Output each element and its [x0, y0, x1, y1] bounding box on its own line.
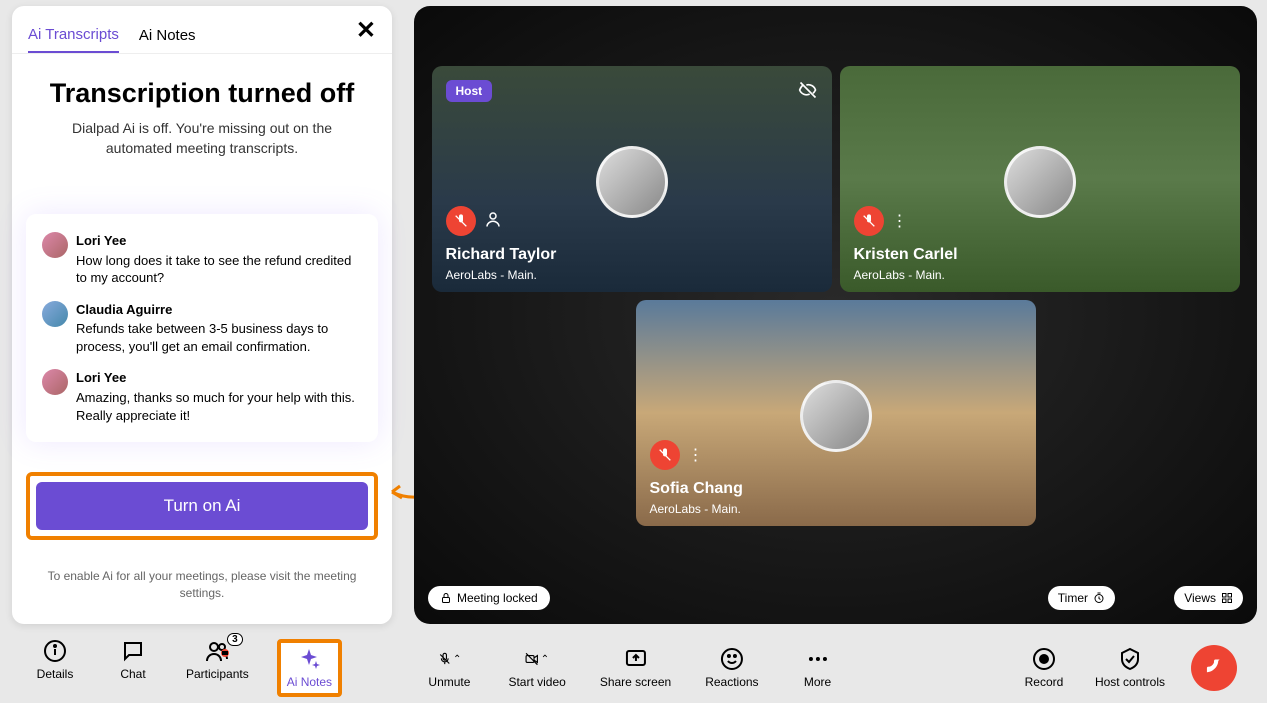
hangup-button[interactable]	[1191, 645, 1237, 691]
panel-content: Transcription turned off Dialpad Ai is o…	[12, 54, 392, 182]
unmute-button[interactable]: ⌃ Unmute	[424, 647, 474, 689]
record-label: Record	[1025, 675, 1064, 689]
person-icon[interactable]	[484, 210, 502, 233]
views-pill[interactable]: Views	[1174, 586, 1243, 610]
close-icon[interactable]: ✕	[356, 16, 376, 45]
grid-icon	[1221, 592, 1233, 604]
panel-title: Transcription turned off	[32, 78, 372, 109]
share-screen-button[interactable]: Share screen	[600, 647, 671, 689]
participant-name: Sofia Chang	[650, 480, 743, 498]
more-vert-icon[interactable]: ⋮	[688, 445, 704, 465]
avatar	[42, 369, 68, 395]
tab-ai-transcripts[interactable]: Ai Transcripts	[28, 18, 119, 53]
host-controls-button[interactable]: Host controls	[1095, 647, 1165, 689]
muted-icon[interactable]	[446, 206, 476, 236]
meeting-locked-label: Meeting locked	[457, 591, 538, 605]
msg-name: Lori Yee	[76, 232, 362, 250]
turn-on-ai-button[interactable]: Turn on Ai	[36, 482, 368, 530]
avatar	[800, 380, 872, 452]
chat-label: Chat	[120, 667, 145, 681]
mic-off-icon: ⌃	[437, 647, 461, 671]
tab-ai-notes[interactable]: Ai Notes	[139, 19, 196, 52]
msg-name: Lori Yee	[76, 369, 362, 387]
ai-notes-button[interactable]: Ai Notes	[277, 639, 342, 697]
host-badge: Host	[446, 80, 493, 102]
msg-text: How long does it take to see the refund …	[76, 252, 362, 287]
muted-icon[interactable]	[854, 206, 884, 236]
timer-pill[interactable]: Timer	[1048, 586, 1115, 610]
meeting-locked-badge[interactable]: Meeting locked	[428, 586, 550, 610]
smile-icon	[720, 647, 744, 671]
unmute-label: Unmute	[428, 675, 470, 689]
reactions-label: Reactions	[705, 675, 758, 689]
more-button[interactable]: More	[793, 647, 843, 689]
phone-down-icon	[1202, 656, 1226, 680]
chat-button[interactable]: Chat	[108, 639, 158, 697]
panel-tabs: Ai Transcripts Ai Notes ✕	[12, 6, 392, 54]
participant-location: AeroLabs - Main.	[854, 268, 945, 282]
list-item: Lori Yee How long does it take to see th…	[42, 232, 362, 287]
share-screen-icon	[624, 647, 648, 671]
details-label: Details	[37, 667, 74, 681]
lock-icon	[440, 592, 452, 604]
more-horiz-icon	[806, 647, 830, 671]
msg-name: Claudia Aguirre	[76, 301, 362, 319]
info-icon	[43, 639, 67, 663]
chevron-up-icon[interactable]: ⌃	[453, 654, 461, 665]
list-item: Lori Yee Amazing, thanks so much for you…	[42, 369, 362, 424]
shield-icon	[1118, 647, 1142, 671]
ai-panel: Ai Transcripts Ai Notes ✕ Transcription …	[12, 6, 392, 624]
avatar	[1004, 146, 1076, 218]
transcript-sample: Lori Yee How long does it take to see th…	[26, 214, 378, 442]
panel-subtitle: Dialpad Ai is off. You're missing out on…	[32, 119, 372, 158]
video-grid: Host Richard Taylor AeroLabs - Main.	[414, 6, 1257, 624]
start-video-label: Start video	[508, 675, 565, 689]
participant-name: Kristen Carlel	[854, 246, 958, 264]
participant-tile[interactable]: Host Richard Taylor AeroLabs - Main.	[432, 66, 832, 292]
participant-tile[interactable]: ⋮ Kristen Carlel AeroLabs - Main.	[840, 66, 1240, 292]
avatar	[42, 232, 68, 258]
share-screen-label: Share screen	[600, 675, 671, 689]
muted-icon[interactable]	[650, 440, 680, 470]
sparkle-icon	[297, 647, 321, 671]
more-vert-icon[interactable]: ⋮	[892, 211, 908, 231]
host-controls-label: Host controls	[1095, 675, 1165, 689]
participant-location: AeroLabs - Main.	[446, 268, 537, 282]
cta-highlight: Turn on Ai	[26, 472, 378, 540]
visibility-off-icon[interactable]	[798, 80, 818, 105]
more-label: More	[804, 675, 831, 689]
timer-label: Timer	[1058, 591, 1088, 605]
timer-icon	[1093, 592, 1105, 604]
people-icon	[205, 639, 229, 663]
participant-name: Richard Taylor	[446, 246, 557, 264]
footnote: To enable Ai for all your meetings, plea…	[12, 540, 392, 602]
participants-label: Participants	[186, 667, 249, 681]
chevron-up-icon[interactable]: ⌃	[541, 654, 549, 665]
views-label: Views	[1184, 591, 1216, 605]
participants-button[interactable]: 3 Participants	[186, 639, 249, 697]
record-button[interactable]: Record	[1019, 647, 1069, 689]
toolbar: Details Chat 3 Participants Ai Notes ⌃ U…	[0, 633, 1267, 703]
avatar	[42, 301, 68, 327]
reactions-button[interactable]: Reactions	[705, 647, 758, 689]
ai-notes-label: Ai Notes	[287, 675, 332, 689]
start-video-button[interactable]: ⌃ Start video	[508, 647, 565, 689]
details-button[interactable]: Details	[30, 639, 80, 697]
msg-text: Amazing, thanks so much for your help wi…	[76, 389, 362, 424]
avatar	[596, 146, 668, 218]
chat-icon	[121, 639, 145, 663]
participant-tile[interactable]: ⋮ Sofia Chang AeroLabs - Main.	[636, 300, 1036, 526]
msg-text: Refunds take between 3-5 business days t…	[76, 320, 362, 355]
participant-location: AeroLabs - Main.	[650, 502, 741, 516]
video-off-icon: ⌃	[525, 647, 549, 671]
participants-count: 3	[227, 633, 243, 646]
list-item: Claudia Aguirre Refunds take between 3-5…	[42, 301, 362, 356]
record-icon	[1032, 647, 1056, 671]
